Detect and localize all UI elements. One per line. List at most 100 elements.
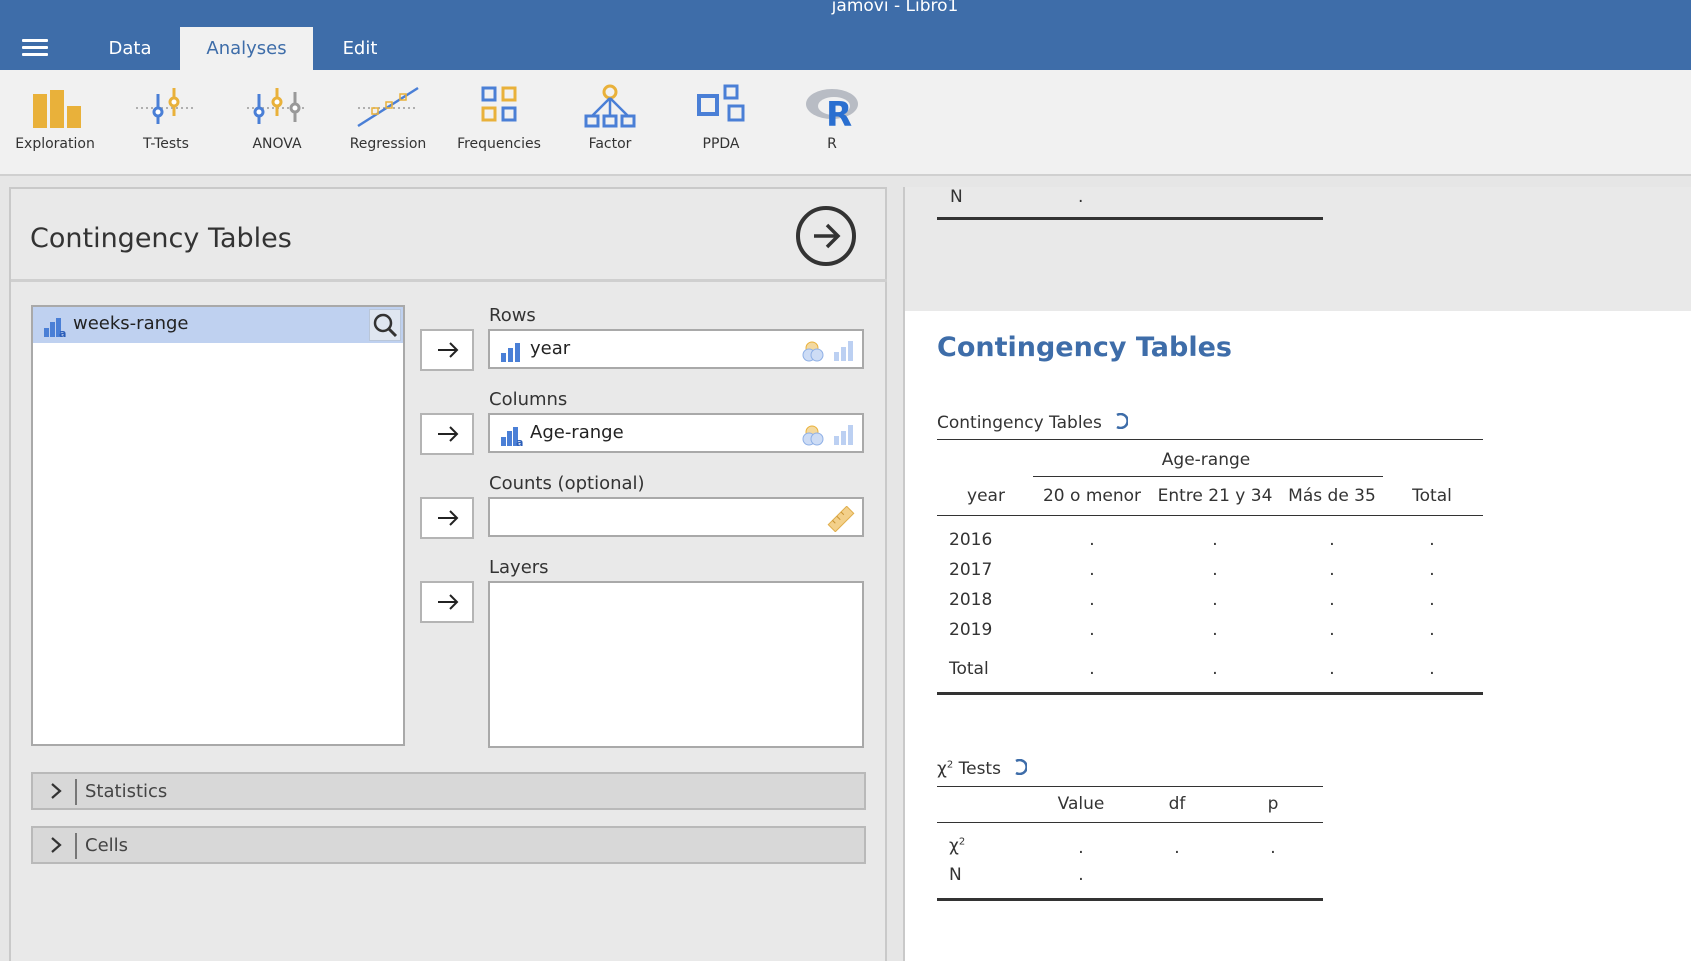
chevron-right-icon [51,783,62,799]
row-label: 2016 [949,530,993,550]
tab-data[interactable]: Data [94,27,166,70]
tab-edit[interactable]: Edit [330,27,390,70]
statistics-section[interactable]: Statistics [31,772,866,810]
column-header: Total [1412,486,1452,506]
ribbon-label: Factor [588,136,632,152]
table-cell: . [1429,590,1435,610]
counts-target-box[interactable] [488,497,864,537]
table-cell: . [1270,838,1276,858]
spanner-rule [1033,476,1383,477]
table-bottom-rule [937,692,1483,695]
column-header: Entre 21 y 34 [1157,486,1273,506]
r-icon: R [806,89,858,130]
anova-button[interactable]: ANOVA [222,84,332,164]
crosstab-caption: Contingency Tables [937,413,1128,433]
table-cell: . [1329,560,1335,580]
column-header: 20 o menor [1042,486,1142,506]
table-cell: . [1329,620,1335,640]
arrow-right-icon [438,342,459,358]
ppda-icon [697,84,745,122]
chisq-caption: χ2 Tests [937,759,1027,779]
factor-button[interactable]: Factor [555,84,665,164]
variable-item[interactable]: a weeks-range [33,307,403,343]
ribbon-label: PPDA [702,136,740,152]
arrow-right-icon [438,426,459,442]
table-cell: . [1329,590,1335,610]
ribbon-label: Frequencies [457,136,541,152]
move-to-layers-button[interactable] [420,581,474,623]
menu-icon[interactable] [22,39,48,59]
svg-text:a: a [59,327,66,338]
svg-text:a: a [516,436,523,447]
title-divider [11,279,887,282]
table-cell: . [1174,838,1180,858]
table-cell: . [1089,590,1095,610]
table-cell: . [1329,659,1335,679]
analyses-ribbon: Exploration T-Tests ANOVA Regression Fre… [0,70,1691,176]
app-header: jamovi - Libro1 Data Analyses Edit [0,0,1691,70]
section-label: Cells [85,835,129,856]
ordinal-variable-icon [501,343,520,362]
table-cell: . [1212,560,1218,580]
rows-variable: year [530,338,571,359]
regression-icon [357,86,419,128]
r-button[interactable]: R R [777,84,887,164]
spanner-header: Age-range [1161,450,1251,470]
arrow-right-icon [438,594,459,610]
layers-label: Layers [489,557,549,578]
table-cell: . [1212,659,1218,679]
regression-button[interactable]: Regression [333,84,443,164]
exploration-button[interactable]: Exploration [0,84,110,164]
frequencies-button[interactable]: Frequencies [444,84,554,164]
row-label: 2017 [949,560,993,580]
ribbon-label: Regression [349,136,427,152]
ribbon-label: Exploration [15,136,95,152]
table-cell: . [1089,530,1095,550]
run-arrow-button[interactable] [796,206,856,266]
table-cell: . [1329,530,1335,550]
source-variable-list[interactable]: a weeks-range [31,305,405,746]
row-label: 2019 [949,620,993,640]
table-top-rule [937,439,1483,440]
arrow-right-icon [438,510,459,526]
move-to-columns-button[interactable] [420,413,474,455]
table-cell: . [1429,620,1435,640]
table-cell: . [1089,659,1095,679]
move-to-rows-button[interactable] [420,329,474,371]
table-top-rule [937,786,1323,787]
chi-symbol: χ [937,759,947,779]
rows-target-box[interactable]: year [488,329,864,369]
table-cell: . [1429,659,1435,679]
table-bottom-rule [937,217,1323,220]
svg-text:R: R [826,95,852,130]
loading-spinner-icon [1116,413,1128,429]
results-panel[interactable]: N . Contingency Tables Contingency Table… [903,187,1691,961]
row-label: Total [949,659,989,679]
tab-analyses[interactable]: Analyses [180,27,313,70]
ppda-button[interactable]: PPDA [666,84,776,164]
layers-target-box[interactable] [488,581,864,748]
ribbon-label: T-Tests [143,136,189,152]
search-icon [373,313,398,338]
cells-section[interactable]: Cells [31,826,866,864]
factor-icon [584,84,636,128]
results-title: Contingency Tables [937,332,1232,363]
table-cell: . [1078,838,1084,858]
counts-label: Counts (optional) [489,473,645,494]
nominal-variable-icon: a [44,318,66,338]
table-cell: . [1089,560,1095,580]
row-label: N [949,865,962,885]
frequencies-icon [481,86,517,122]
table-cell: . [1212,590,1218,610]
prev-n-value: . [1078,187,1084,207]
section-divider [75,779,77,805]
move-to-counts-button[interactable] [420,497,474,539]
previous-results: N . [905,187,1691,311]
columns-label: Columns [489,389,568,410]
row-header: year [967,486,1005,506]
t-tests-button[interactable]: T-Tests [111,84,221,164]
column-header: Value [1057,794,1105,814]
columns-target-box[interactable]: a Age-range [488,413,864,453]
table-bottom-rule [937,898,1323,901]
search-button[interactable] [369,309,401,341]
